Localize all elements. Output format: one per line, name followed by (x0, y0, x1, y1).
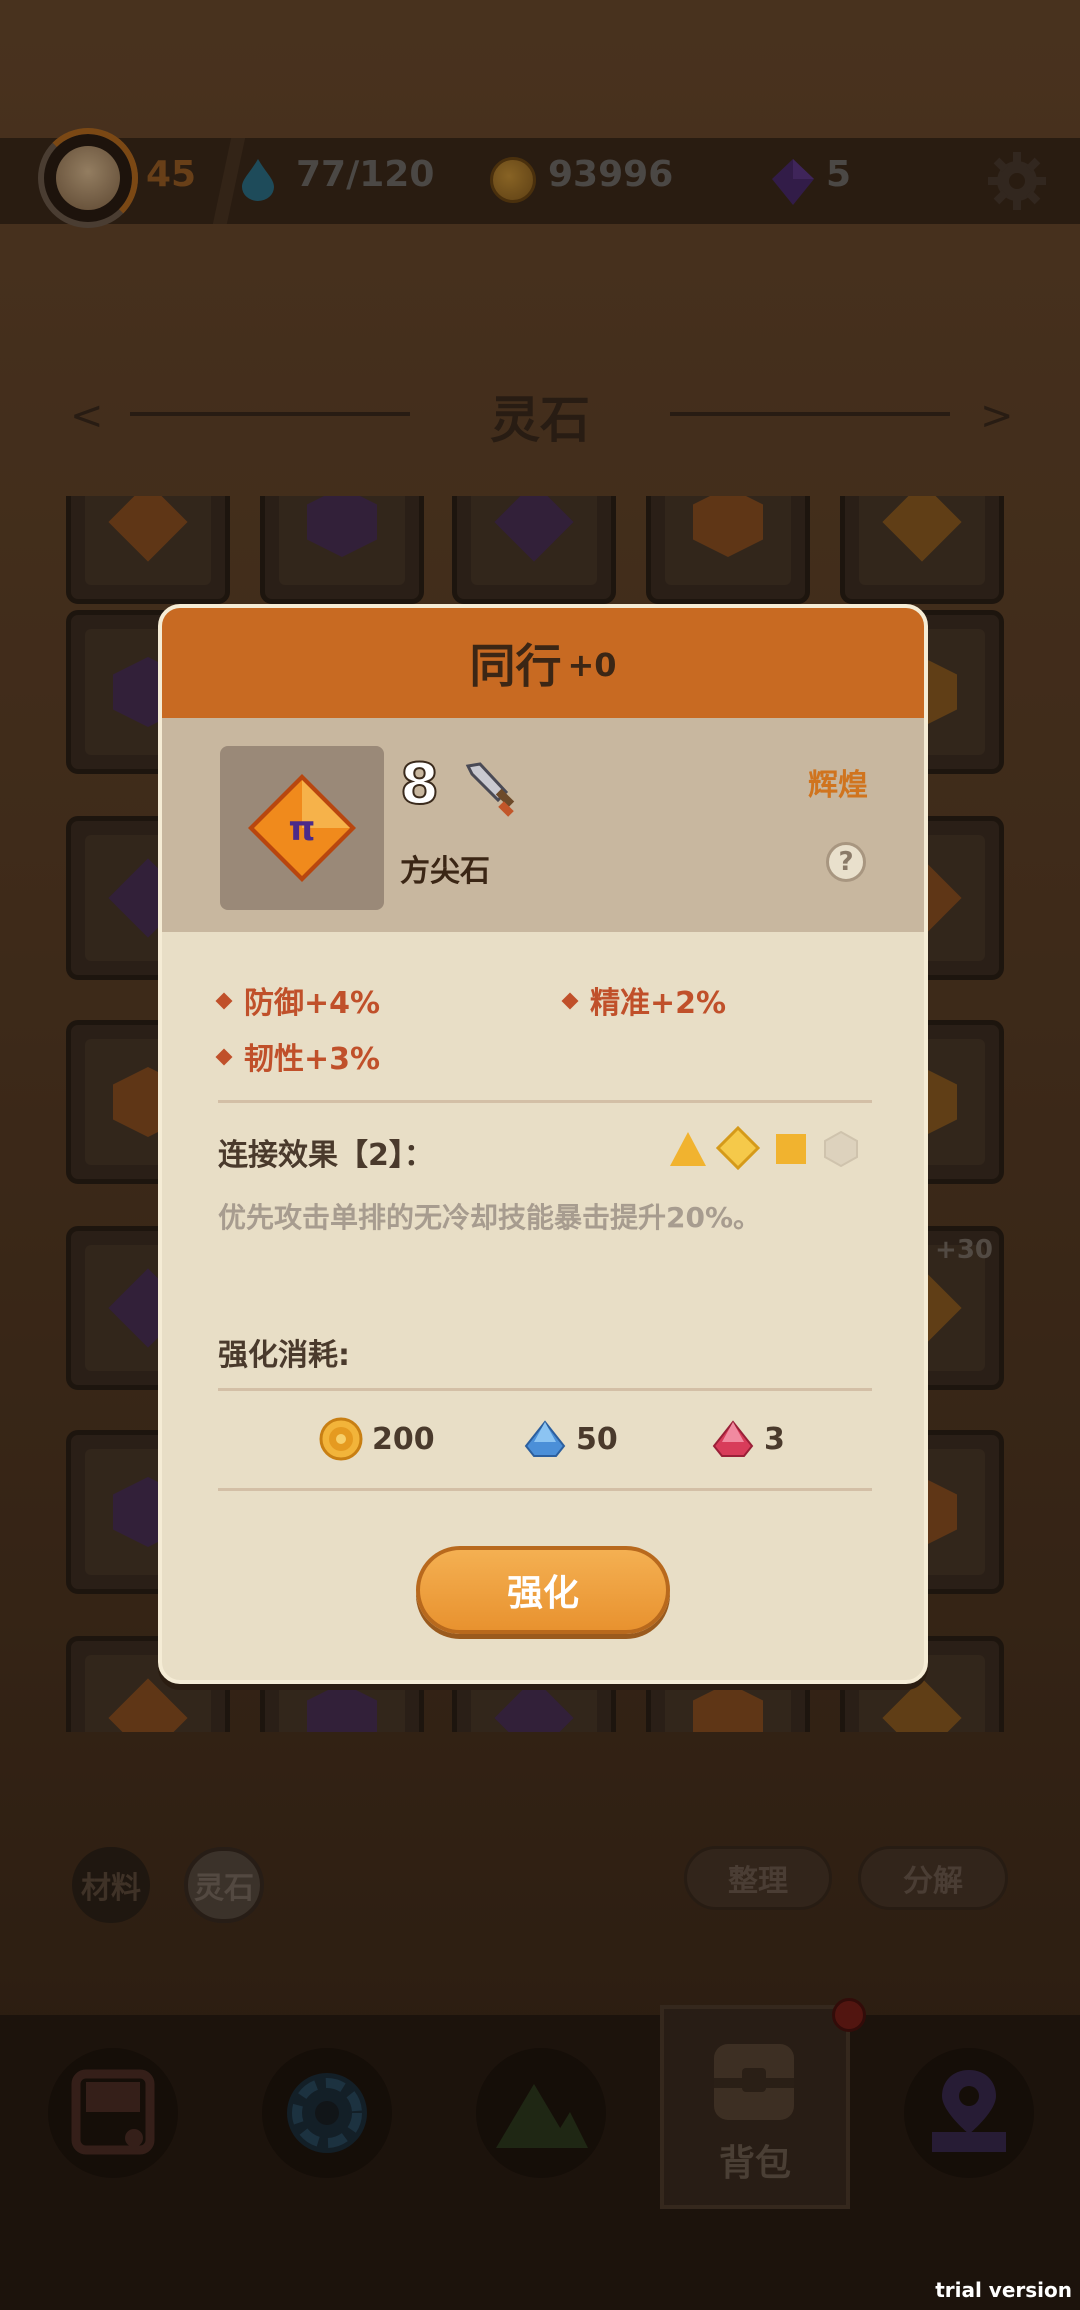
red-crystal-icon (712, 1420, 754, 1457)
stone-detail-modal: 同行 +0 π 8 方尖石 辉煌 ? 防御+4% 精准+2% 韧性+3% 连接效… (158, 604, 928, 1684)
cost-label: 强化消耗: (218, 1338, 350, 1373)
stat-toughness: 韧性+3% (215, 1034, 381, 1078)
enhance-level: +0 (567, 646, 617, 684)
trial-watermark: trial version (935, 2278, 1072, 2302)
bullet-icon (215, 1048, 233, 1065)
section-divider (218, 1100, 872, 1103)
blue-crystal-icon (524, 1420, 566, 1457)
stone-name: 方尖石 (400, 854, 490, 889)
cost-divider-top (218, 1388, 872, 1391)
stat-accuracy: 精准+2% (561, 978, 727, 1022)
sword-icon (465, 762, 515, 817)
enhance-button[interactable]: 强化 (416, 1546, 670, 1634)
stone-count: 8 (399, 751, 440, 818)
help-icon[interactable]: ? (826, 842, 866, 882)
diamond-shape-icon (716, 1126, 760, 1170)
modal-title: 同行 (469, 639, 562, 693)
orange-diamond-stone-icon: π (248, 774, 356, 882)
cost-red-amount: 3 (764, 1421, 785, 1457)
cost-red-crystal: 3 (710, 1416, 785, 1462)
stone-slot: π (220, 746, 384, 910)
stone-glyph: π (289, 809, 316, 849)
modal-header: 同行 +0 (162, 608, 924, 718)
cost-divider-bottom (218, 1488, 872, 1491)
cost-blue-amount: 50 (576, 1421, 618, 1457)
square-shape-icon (776, 1134, 806, 1164)
hexagon-shape-icon (824, 1130, 858, 1168)
stat-text: 防御+4% (244, 986, 381, 1021)
coin-icon (319, 1417, 363, 1461)
stat-defense: 防御+4% (215, 978, 381, 1022)
stat-text: 韧性+3% (244, 1042, 381, 1077)
bullet-icon (215, 992, 233, 1009)
cost-coins-amount: 200 (372, 1421, 435, 1457)
link-effect-description: 优先攻击单排的无冷却技能暴击提升20%。 (218, 1201, 762, 1234)
triangle-shape-icon (670, 1132, 706, 1166)
cost-coins: 200 (318, 1416, 435, 1462)
bullet-icon (561, 992, 579, 1009)
cost-blue-crystal: 50 (522, 1416, 618, 1462)
rarity-label: 辉煌 (808, 768, 868, 803)
link-effect-label: 连接效果【2】： (218, 1138, 434, 1173)
stat-text: 精准+2% (590, 986, 727, 1021)
